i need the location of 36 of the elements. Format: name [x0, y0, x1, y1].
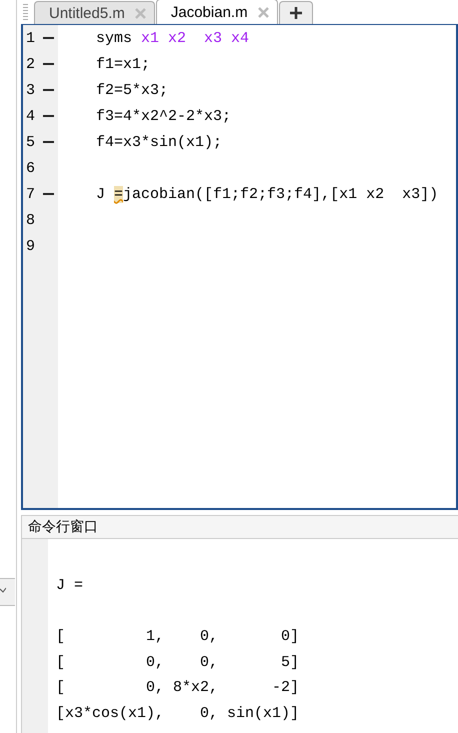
close-icon[interactable] — [134, 8, 146, 18]
close-icon[interactable] — [258, 6, 269, 18]
new-tab-button[interactable] — [278, 1, 313, 24]
line-number: 3 — [25, 82, 36, 98]
line-number: 9 — [25, 238, 36, 254]
line-number: 1 — [25, 30, 36, 46]
line-number: 7 — [25, 186, 36, 202]
code-line: f4=x3*sin(x1); — [96, 134, 222, 150]
output-line: [ 1, 0, 0] — [55, 627, 300, 647]
code-line: f2=5*x3; — [96, 82, 168, 98]
code-line: f1=x1; — [96, 56, 150, 72]
panel-title: 命令行窗口 — [22, 515, 458, 539]
collapsed-panel[interactable] — [0, 578, 15, 606]
file-tab[interactable]: Jacobian.m — [156, 0, 278, 24]
line-number: 5 — [25, 134, 36, 150]
output-line: J = — [55, 576, 84, 596]
output-line: [ 0, 8*x2, -2] — [55, 678, 300, 698]
chevron-icon — [0, 587, 6, 593]
code-line: J =jacobian([f1;f2;f3;f4],[x1 x2 x3]) — [96, 186, 438, 202]
breakpoint-marker[interactable] — [43, 37, 54, 39]
breakpoint-marker[interactable] — [43, 89, 54, 91]
breakpoint-marker[interactable] — [43, 141, 54, 143]
line-number: 8 — [25, 212, 36, 228]
plus-icon — [290, 7, 302, 19]
output-line: [ 0, 0, 5] — [55, 652, 300, 672]
code-line: f3=4*x2^2-2*x3; — [96, 108, 232, 124]
breakpoint-marker[interactable] — [43, 63, 54, 65]
line-number: 6 — [25, 160, 36, 176]
code-line: syms x1 x2 x3 x4 — [96, 30, 250, 46]
file-tab[interactable]: Untitled5.m — [34, 1, 155, 24]
line-number: 2 — [25, 56, 36, 72]
output-line: [x3*cos(x1), 0, sin(x1)] — [55, 704, 300, 724]
line-number: 4 — [25, 108, 36, 124]
breakpoint-marker[interactable] — [43, 193, 54, 195]
breakpoint-marker[interactable] — [43, 115, 54, 117]
code-editor[interactable]: 1 syms x1 x2 x3 x4 2 f1=x1; 3 f2=5*x3; 4 f3=4*x2^2-2*x3; 5 f4=x3*sin(x1); 6 7 J =jacobian([f1;f2;f3;f4],[x1 x2 x3]) 8 9 — [21, 24, 458, 510]
